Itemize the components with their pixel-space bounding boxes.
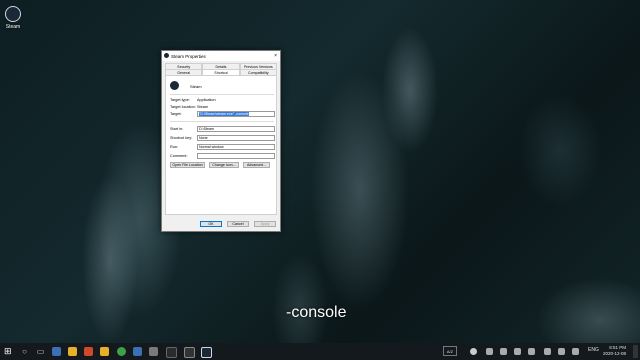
app-icon[interactable] bbox=[184, 347, 195, 358]
tray-icon[interactable] bbox=[544, 348, 551, 355]
language-indicator[interactable]: ENG bbox=[588, 347, 599, 353]
chrome-icon[interactable] bbox=[117, 347, 126, 356]
divider bbox=[170, 94, 274, 95]
run-label: Run: bbox=[170, 145, 179, 149]
properties-dialog: Steam Properties × Security Details Prev… bbox=[161, 50, 281, 232]
target-type-label: Target type: bbox=[170, 98, 190, 102]
steam-icon bbox=[5, 6, 21, 22]
target-field-text: "D:\Steam\steam.exe" -console bbox=[199, 112, 249, 116]
keyboard-indicator[interactable]: A/Z bbox=[443, 346, 457, 356]
apply-button[interactable]: Apply bbox=[254, 221, 276, 227]
open-file-location-button[interactable]: Open File Location bbox=[170, 162, 205, 168]
steam-taskbar-icon[interactable] bbox=[201, 347, 212, 358]
edge-icon[interactable] bbox=[52, 347, 61, 356]
app-name: Steam bbox=[190, 84, 202, 89]
search-icon[interactable]: ○ bbox=[20, 347, 29, 356]
volume-icon[interactable] bbox=[558, 348, 565, 355]
close-icon[interactable]: × bbox=[274, 53, 277, 59]
divider bbox=[170, 121, 274, 122]
network-icon[interactable] bbox=[486, 348, 493, 355]
run-select[interactable]: Normal window bbox=[197, 144, 275, 150]
task-view-icon[interactable]: ▭ bbox=[36, 347, 45, 356]
shortcut-panel: Steam Target type: Application Target lo… bbox=[165, 75, 277, 215]
change-icon-button[interactable]: Change Icon... bbox=[209, 162, 239, 168]
advanced-button[interactable]: Advanced... bbox=[243, 162, 270, 168]
cancel-button[interactable]: Cancel bbox=[227, 221, 249, 227]
dialog-titlebar[interactable]: Steam Properties × bbox=[162, 51, 280, 61]
app-icon[interactable] bbox=[133, 347, 142, 356]
ok-button[interactable]: OK bbox=[200, 221, 222, 227]
target-field[interactable]: "D:\Steam\steam.exe" -console bbox=[197, 111, 275, 117]
shortcut-key-field[interactable]: None bbox=[197, 135, 275, 141]
taskbar: ⊞ ○ ▭ A/Z ENG 8:51 PM 2020-12-08 bbox=[0, 343, 640, 360]
settings-icon[interactable] bbox=[470, 348, 477, 355]
show-desktop-button[interactable] bbox=[633, 345, 638, 358]
folder-icon[interactable] bbox=[100, 347, 109, 356]
target-location-value: Steam bbox=[197, 105, 208, 109]
app-icon[interactable] bbox=[149, 347, 158, 356]
file-explorer-icon[interactable] bbox=[68, 347, 77, 356]
tray-icon[interactable] bbox=[500, 348, 507, 355]
clock-date: 2020-12-08 bbox=[602, 351, 626, 356]
target-type-value: Application bbox=[197, 98, 216, 102]
comment-label: Comment: bbox=[170, 154, 188, 158]
tray-icon[interactable] bbox=[514, 348, 521, 355]
desktop: Steam Steam Properties × Security Detail… bbox=[0, 0, 640, 343]
terminal-icon[interactable] bbox=[166, 347, 177, 358]
shortcut-key-label: Shortcut key: bbox=[170, 136, 193, 140]
comment-field[interactable] bbox=[197, 153, 275, 159]
app-icon[interactable] bbox=[84, 347, 93, 356]
dialog-title: Steam Properties bbox=[171, 53, 206, 59]
steam-icon bbox=[164, 53, 169, 58]
target-label: Target: bbox=[170, 112, 182, 116]
clock[interactable]: 8:51 PM 2020-12-08 bbox=[603, 345, 626, 357]
desktop-icon-steam[interactable]: Steam bbox=[3, 6, 23, 30]
target-location-label: Target location: bbox=[170, 105, 196, 109]
tray-icon[interactable] bbox=[528, 348, 535, 355]
start-in-label: Start in: bbox=[170, 127, 184, 131]
network-icon[interactable] bbox=[572, 348, 579, 355]
steam-icon bbox=[170, 81, 179, 90]
windows-start-icon[interactable]: ⊞ bbox=[4, 345, 13, 356]
desktop-icon-label: Steam bbox=[5, 24, 21, 30]
start-in-field[interactable]: D:\Steam bbox=[197, 126, 275, 132]
video-caption: -console bbox=[286, 304, 347, 321]
